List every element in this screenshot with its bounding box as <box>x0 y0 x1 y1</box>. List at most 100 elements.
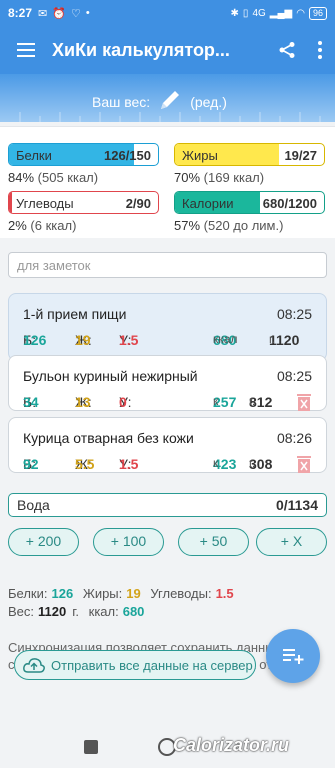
fat-label: Жиры <box>182 148 218 163</box>
carbs-kcal: (6 ккал) <box>30 218 77 233</box>
summary-weight-unit: г. <box>72 604 79 619</box>
food-g-unit: г. <box>249 394 256 408</box>
more-options-icon[interactable] <box>305 41 335 59</box>
water-label: Вода <box>17 497 50 513</box>
summary-line-2: Вес: 1120 г. ккал: 680 <box>8 604 150 619</box>
protein-pct: 84% <box>8 170 35 185</box>
meal-header[interactable]: 1-й прием пищи 08:25 Б: 126 Ж: 19 У: 1.5 68… <box>8 293 327 361</box>
status-bar: 8:27 ✉ ⏰ ♡ • ✱ ▯ 4G ▂▄▆ ◠ 96 <box>0 0 335 26</box>
app-title: ХиКи калькулятор... <box>52 39 230 60</box>
menu-icon[interactable] <box>0 43 52 57</box>
food-zh: 5.5 <box>75 456 95 472</box>
system-nav-bar: Calorizator.ru <box>0 728 335 768</box>
protein-label: Белки <box>16 148 52 163</box>
meal-kcal-unit: ккал <box>213 332 238 346</box>
trash-icon[interactable] <box>296 392 312 412</box>
signal-icon: ▂▄▆ <box>269 7 293 19</box>
weight-bar: Ваш вес: (ред.) <box>0 74 335 122</box>
vibrate-icon: ▯ <box>242 7 249 19</box>
share-icon[interactable] <box>269 41 305 59</box>
wifi-icon: ◠ <box>296 7 305 19</box>
food-kcal-unit: к <box>213 394 219 408</box>
summary-kcal-label: ккал: <box>88 604 119 619</box>
summary-carbs-label: Углеводы: <box>150 586 212 601</box>
summary-carbs: 1.5 <box>215 586 234 601</box>
weight-edit-label[interactable]: (ред.) <box>190 94 227 110</box>
carbs-bar: Углеводы 2/90 <box>8 191 159 214</box>
water-add-200-button[interactable]: + 200 <box>8 528 79 556</box>
water-add-50-button[interactable]: + 50 <box>178 528 249 556</box>
meal-zh: 19 <box>75 332 91 348</box>
carbs-pct: 2% <box>8 218 27 233</box>
calories-kcal: (520 до лим.) <box>203 218 284 233</box>
summary-fat: 19 <box>126 586 141 601</box>
meal-time: 08:25 <box>276 306 312 322</box>
summary-protein: 126 <box>51 586 74 601</box>
fat-bar: Жиры 19/27 <box>174 143 325 166</box>
fat-value: 19/27 <box>284 148 317 163</box>
water-add-100-button[interactable]: + 100 <box>93 528 164 556</box>
battery-icon: 96 <box>308 6 327 20</box>
food-name: Бульон куриный нежирный <box>23 368 198 384</box>
add-food-fab[interactable] <box>266 629 320 683</box>
notification-dot-icon: • <box>85 7 90 19</box>
calories-sub: 57% (520 до лим.) <box>174 218 283 233</box>
carbs-label: Углеводы <box>16 196 74 211</box>
food-u: 0 <box>119 394 127 410</box>
food-macros: Б: 92 Ж: 5.5 У: 1.5 423 к 308 г. <box>23 456 312 474</box>
food-item[interactable]: Курица отварная без кожи 08:26 Б: 92 Ж: 5.… <box>8 417 327 473</box>
send-data-label: Отправить все данные на сервер <box>51 657 253 673</box>
macros-card: Белки 126/150 Жиры 19/27 84% (505 ккал) … <box>0 126 335 238</box>
weight-edit[interactable]: Ваш вес: (ред.) <box>92 88 227 115</box>
protein-sub: 84% (505 ккал) <box>8 170 98 185</box>
summary-weight: 1120 <box>38 604 67 619</box>
calories-label: Калории <box>182 196 234 211</box>
protein-bar: Белки 126/150 <box>8 143 159 166</box>
summary-protein-label: Белки: <box>8 586 48 601</box>
carbs-value: 2/90 <box>125 196 151 211</box>
meal-name: 1-й прием пищи <box>23 306 127 322</box>
food-kcal-unit: к <box>213 456 219 470</box>
summary-fat-label: Жиры: <box>82 586 123 601</box>
send-data-button[interactable]: Отправить все данные на сервер <box>14 650 256 680</box>
trash-icon[interactable] <box>296 454 312 474</box>
food-name: Курица отварная без кожи <box>23 430 194 446</box>
recents-button[interactable] <box>84 740 98 754</box>
summary-kcal: 680 <box>122 604 145 619</box>
cloud-upload-icon <box>23 658 45 673</box>
food-time: 08:26 <box>276 430 312 446</box>
fat-pct: 70% <box>174 170 201 185</box>
meal-u: 1.5 <box>119 332 139 348</box>
watermark: Calorizator.ru <box>173 735 290 755</box>
protein-kcal: (505 ккал) <box>37 170 99 185</box>
mail-icon: ✉ <box>38 7 48 20</box>
heart-icon: ♡ <box>70 7 81 20</box>
food-zh: 13 <box>75 394 91 410</box>
alarm-icon: ⏰ <box>52 7 66 20</box>
status-time: 8:27 <box>8 6 33 20</box>
food-u: 1.5 <box>119 456 139 472</box>
meal-b: 126 <box>23 332 47 348</box>
summary-weight-label: Вес: <box>8 604 35 619</box>
protein-value: 126/150 <box>104 148 151 163</box>
calories-bar: Калории 680/1200 <box>174 191 325 214</box>
playlist-add-icon <box>283 649 304 664</box>
notes-input[interactable]: для заметок <box>8 252 327 278</box>
food-item[interactable]: Бульон куриный нежирный 08:25 Б: 34 Ж: 13 … <box>8 355 327 411</box>
food-b: 92 <box>23 456 39 472</box>
pencil-icon[interactable] <box>158 88 182 115</box>
bluetooth-icon: ✱ <box>230 7 239 19</box>
fat-kcal: (169 ккал) <box>203 170 265 185</box>
food-time: 08:25 <box>276 368 312 384</box>
fat-sub: 70% (169 ккал) <box>174 170 264 185</box>
meal-g-unit: г. <box>269 332 276 346</box>
food-g-unit: г. <box>249 456 256 470</box>
carbs-sub: 2% (6 ккал) <box>8 218 76 233</box>
network-type: 4G <box>252 7 266 19</box>
water-add-custom-button[interactable]: + X <box>256 528 327 556</box>
meal-totals: Б: 126 Ж: 19 У: 1.5 680 ккал 1120 г. <box>23 332 312 350</box>
calories-value: 680/1200 <box>262 196 317 211</box>
weight-label: Ваш вес: <box>92 93 151 110</box>
water-tracker: Вода 0/1134 <box>8 493 327 517</box>
water-value: 0/1134 <box>275 497 318 513</box>
